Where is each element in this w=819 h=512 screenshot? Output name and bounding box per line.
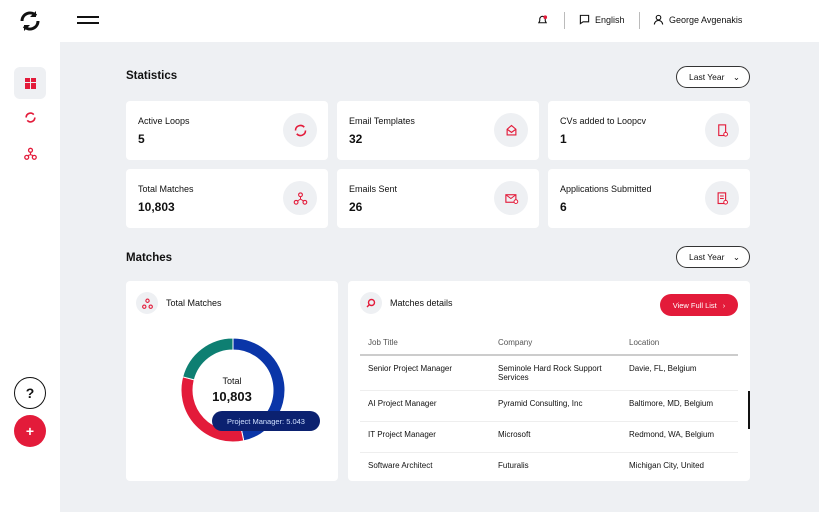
stat-value: 32	[349, 132, 363, 146]
table-cell: Michigan City, United	[621, 452, 738, 481]
view-full-list-label: View Full List	[672, 300, 717, 310]
user-name: George Avgenakis	[669, 14, 743, 25]
view-full-list-button[interactable]: View Full List ›	[660, 294, 738, 316]
stat-value: 6	[560, 200, 567, 214]
column-header[interactable]: Location	[621, 331, 738, 356]
donut-tooltip: Project Manager: 5.043	[212, 411, 320, 431]
loop-icon	[24, 111, 36, 123]
table-cell: IT Project Manager	[360, 421, 490, 453]
stat-card: Email Templates 32	[337, 101, 539, 160]
donut-total-label: Total	[222, 376, 242, 386]
stat-label: CVs added to Loopcv	[560, 116, 647, 126]
matches-title: Matches	[126, 252, 173, 264]
menu-toggle-button[interactable]	[77, 16, 99, 24]
top-header: English George Avgenakis	[0, 0, 819, 42]
notifications-button[interactable]	[537, 14, 548, 26]
table-cell: Baltimore, MD, Belgium	[621, 390, 738, 422]
matches-table: Job Title Company Location Senior Project M…	[360, 331, 738, 481]
donut-segment-2[interactable]	[182, 337, 234, 381]
search-icon	[360, 292, 382, 314]
donut-segment-1[interactable]	[180, 376, 245, 443]
table-row[interactable]: AI Project Manager Pyramid Consulting, In…	[360, 390, 738, 422]
scrollbar[interactable]	[748, 391, 750, 429]
matches-icon	[23, 147, 37, 160]
bell-icon	[537, 15, 548, 24]
table-cell: Redmond, WA, Belgium	[621, 421, 738, 453]
loopcv-logo-icon[interactable]	[18, 9, 42, 33]
language-selector[interactable]: English	[579, 14, 625, 25]
main-content: Statistics Last Year ⌄ Active Loops 5 Ema…	[60, 42, 819, 512]
sidebar-item-dashboard[interactable]	[14, 67, 46, 99]
chevron-right-icon: ›	[722, 300, 726, 310]
total-matches-card: Total Matches Total 10,803 Project Manag…	[126, 281, 338, 481]
matches-details-card: Matches details View Full List › Job Titl…	[348, 281, 750, 481]
language-label: English	[595, 14, 625, 25]
stat-label: Email Templates	[349, 116, 415, 126]
period-value: Last Year	[689, 72, 725, 82]
table-cell: Software Architect	[360, 452, 490, 481]
stat-label: Total Matches	[138, 184, 194, 194]
table-cell: Microsoft	[490, 421, 621, 453]
table-cell: Seminole Hard Rock Support Services	[490, 355, 621, 391]
add-button[interactable]: +	[14, 415, 46, 447]
matches-icon	[283, 181, 317, 215]
stat-card: Applications Submitted 6	[548, 169, 750, 228]
stat-label: Emails Sent	[349, 184, 398, 194]
stat-label: Active Loops	[138, 116, 190, 126]
stat-card: Active Loops 5	[126, 101, 328, 160]
stat-card: Total Matches 10,803	[126, 169, 328, 228]
statistics-title: Statistics	[126, 70, 178, 82]
application-icon	[705, 181, 739, 215]
stat-label: Applications Submitted	[560, 184, 652, 194]
stat-card: CVs added to Loopcv 1	[548, 101, 750, 160]
chevron-down-icon: ⌄	[732, 251, 740, 262]
table-row[interactable]: Senior Project Manager Seminole Hard Rock…	[360, 355, 738, 391]
add-label: +	[25, 423, 35, 439]
cv-icon	[705, 113, 739, 147]
loop-icon	[283, 113, 317, 147]
stat-card: Emails Sent 26	[337, 169, 539, 228]
table-cell: Pyramid Consulting, Inc	[490, 390, 621, 422]
table-row[interactable]: IT Project Manager Microsoft Redmond, WA, …	[360, 421, 738, 453]
column-header[interactable]: Job Title	[360, 331, 490, 356]
stat-value: 26	[349, 200, 363, 214]
column-header[interactable]: Company	[490, 331, 621, 356]
sidebar: ? +	[0, 42, 60, 512]
total-matches-title: Total Matches	[166, 298, 222, 308]
user-menu[interactable]: George Avgenakis	[653, 14, 742, 25]
table-cell: AI Project Manager	[360, 390, 490, 422]
email-template-icon	[494, 113, 528, 147]
dashboard-icon	[24, 77, 36, 89]
stat-value: 1	[560, 132, 567, 146]
matches-period-select[interactable]: Last Year ⌄	[676, 246, 750, 268]
period-value: Last Year	[689, 252, 725, 262]
matches-details-title: Matches details	[390, 298, 453, 308]
table-row[interactable]: Software Architect Futuralis Michigan City…	[360, 452, 738, 481]
sidebar-item-matches[interactable]	[14, 137, 46, 169]
stat-value: 5	[138, 132, 145, 146]
table-cell: Senior Project Manager	[360, 355, 490, 391]
table-cell: Futuralis	[490, 452, 621, 481]
user-icon	[653, 14, 664, 25]
help-button[interactable]: ?	[14, 377, 46, 409]
sidebar-item-loops[interactable]	[14, 101, 46, 133]
chevron-down-icon: ⌄	[732, 71, 740, 82]
statistics-period-select[interactable]: Last Year ⌄	[676, 66, 750, 88]
donut-total-value: 10,803	[212, 389, 252, 404]
chat-icon	[579, 14, 590, 25]
stat-value: 10,803	[138, 200, 175, 214]
matches-icon	[136, 292, 158, 314]
email-sent-icon	[494, 181, 528, 215]
help-label: ?	[25, 385, 35, 401]
table-cell: Davie, FL, Belgium	[621, 355, 738, 391]
